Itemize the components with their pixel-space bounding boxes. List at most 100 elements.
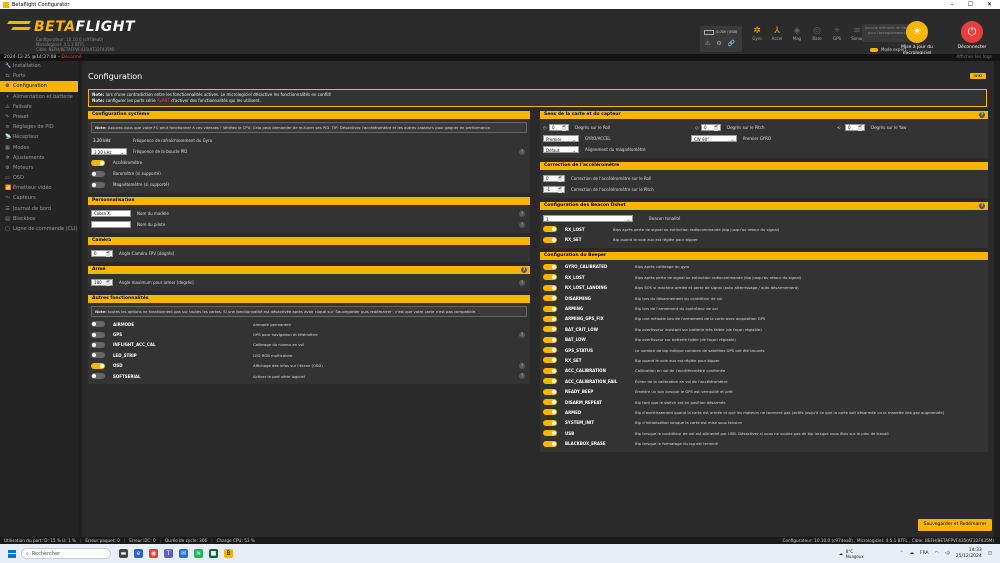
language-indicator[interactable]: FRA <box>920 551 929 556</box>
nav-cli[interactable]: ▢ Ligne de commande (CLI) <box>0 224 78 234</box>
maximize-button[interactable]: ☐ <box>968 1 973 8</box>
yaw-input[interactable]: 0 ▴▾ <box>845 124 865 131</box>
pilot-name-input[interactable] <box>91 221 131 228</box>
beeper-toggle[interactable] <box>543 357 557 364</box>
windows-start-icon[interactable] <box>8 549 16 558</box>
dshot-rx-lost-toggle[interactable] <box>543 226 557 233</box>
nav-motors[interactable]: ⚙ Moteurs <box>0 163 78 173</box>
dshot-rx-set-toggle[interactable] <box>543 236 557 243</box>
beeper-toggle[interactable] <box>543 305 557 312</box>
osd-toggle[interactable] <box>91 362 105 369</box>
nav-sensors[interactable]: 〜 Capteurs <box>0 193 78 203</box>
beeper-toggle[interactable] <box>543 430 557 437</box>
beeper-toggle[interactable] <box>543 274 557 281</box>
mail-icon[interactable]: ✉ <box>179 549 188 558</box>
help-icon[interactable]: ? <box>979 203 985 209</box>
inflight-acc-cal-toggle[interactable] <box>91 341 105 348</box>
nav-installation[interactable]: 🔧 Installation <box>0 61 78 71</box>
minimize-button[interactable]: – <box>951 1 954 8</box>
pitch-input[interactable]: 0 ▴▾ <box>701 124 721 131</box>
nav-logging[interactable]: ☰ Journal de bord <box>0 204 78 214</box>
mag-align-select[interactable]: Défaut ⌄ <box>543 146 579 153</box>
nav-adjustments[interactable]: ✲ Ajustements <box>0 153 78 163</box>
nav-pid-tuning[interactable]: ≡ Réglages de PID <box>0 122 78 132</box>
beeper-toggle[interactable] <box>543 378 557 385</box>
nav-power[interactable]: ⚡ Alimentation et batterie <box>0 92 78 102</box>
disconnect-button[interactable]: ⏻ Déconnecter <box>955 21 989 51</box>
nav-failsafe[interactable]: ⚠ Failsafe <box>0 102 78 112</box>
beeper-toggle[interactable] <box>543 263 557 270</box>
chevron-up-icon[interactable]: ⌃ <box>900 551 904 556</box>
help-icon[interactable]: ? <box>519 373 525 380</box>
acc-trim-pitch-input[interactable]: -1 ▴▾ <box>543 186 565 193</box>
beeper-toggle[interactable] <box>543 295 557 302</box>
expert-switch[interactable] <box>870 47 878 52</box>
sliders-icon: ≡ <box>5 124 10 131</box>
accel-toggle[interactable] <box>91 159 105 166</box>
beeper-toggle[interactable] <box>543 399 557 406</box>
gyro-first-select[interactable]: Premier ⌄ <box>543 135 579 142</box>
nav-presets[interactable]: ✎ Preset <box>0 112 78 122</box>
weather-widget[interactable]: ☁ 8°C Nuageux <box>839 549 864 559</box>
help-icon[interactable]: ? <box>519 221 525 228</box>
softserial-toggle[interactable] <box>91 373 105 380</box>
nav-blackbox[interactable]: ▤ Blackbox <box>0 214 78 224</box>
gyro-align-select[interactable]: CW 90° ⌄ <box>691 135 737 142</box>
gps-toggle[interactable] <box>91 331 105 338</box>
nav-modes[interactable]: ▦ Modes <box>0 143 78 153</box>
notification-icon[interactable]: ◫ <box>988 551 992 556</box>
beeper-toggle[interactable] <box>543 440 557 447</box>
wiki-button[interactable]: WIKI <box>970 73 986 79</box>
update-icon: ☀ <box>906 21 928 43</box>
help-icon[interactable]: ? <box>519 148 525 155</box>
file-explorer-icon[interactable]: ▬ <box>119 549 128 558</box>
nav-receiver[interactable]: 📡 Récepteur <box>0 132 78 142</box>
betaflight-taskbar-icon[interactable]: B <box>224 549 233 558</box>
baro-toggle[interactable] <box>91 170 105 177</box>
beeper-row: ARMING_GPS_FIX Bip une mélodie lors de l'… <box>543 314 985 324</box>
led-strip-toggle[interactable] <box>91 352 105 359</box>
taskbar-search[interactable]: ⌕ Rechercher <box>21 548 111 559</box>
roll-input[interactable]: 0 ▴▾ <box>549 124 569 131</box>
camera-angle-input[interactable]: 0 ▴▾ <box>91 250 113 257</box>
beeper-toggle[interactable] <box>543 326 557 333</box>
app-icon[interactable]: ■ <box>209 549 218 558</box>
help-icon[interactable]: ? <box>521 267 527 273</box>
volume-icon[interactable]: ◁) <box>945 551 950 556</box>
nav-ports[interactable]: ⇆ Ports <box>0 71 78 81</box>
beeper-toggle[interactable] <box>543 367 557 374</box>
chrome-icon[interactable]: ◉ <box>149 549 158 558</box>
help-icon[interactable]: ? <box>519 279 525 286</box>
beeper-toggle[interactable] <box>543 388 557 395</box>
help-icon[interactable]: ? <box>519 210 525 217</box>
save-and-reboot-button[interactable]: Sauvegarder et Redémarrer <box>918 519 992 531</box>
show-logs-link[interactable]: Afficher les logs <box>956 54 992 61</box>
help-icon[interactable]: ? <box>519 331 525 338</box>
beeper-toggle[interactable] <box>543 336 557 343</box>
beeper-toggle[interactable] <box>543 409 557 416</box>
help-icon[interactable]: ? <box>519 362 525 369</box>
craft-name-input[interactable]: Cobra X <box>91 210 131 217</box>
mag-toggle[interactable] <box>91 181 105 188</box>
beacon-tone-select[interactable]: 1 ⌄ <box>543 215 633 222</box>
firmware-update-button[interactable]: ☀ Mise à jour du micrologiciel <box>900 21 934 56</box>
airmode-toggle[interactable] <box>91 321 105 328</box>
nav-osd[interactable]: ▭ OSD <box>0 173 78 183</box>
arming-angle-input[interactable]: 180 ▴▾ <box>91 279 113 286</box>
nav-vtx[interactable]: 📶 Émetteur vidéo <box>0 183 78 193</box>
wifi-icon[interactable]: ◠ <box>935 551 939 556</box>
onedrive-icon[interactable]: ☁ <box>910 551 915 556</box>
acc-trim-roll-input[interactable]: 0 ▴▾ <box>543 175 565 182</box>
close-button[interactable]: ✕ <box>987 1 992 8</box>
edge-icon[interactable]: e <box>134 549 143 558</box>
beeper-toggle[interactable] <box>543 419 557 426</box>
beeper-toggle[interactable] <box>543 347 557 354</box>
help-icon[interactable]: ? <box>979 112 985 118</box>
nav-configuration[interactable]: ⚙ Configuration <box>0 81 78 92</box>
beeper-toggle[interactable] <box>543 315 557 322</box>
spotify-icon[interactable]: ≋ <box>194 549 203 558</box>
pid-rate-select[interactable]: 3.20 kHz ⌄ <box>91 148 127 155</box>
teams-icon[interactable]: T <box>164 549 173 558</box>
beeper-toggle[interactable] <box>543 284 557 291</box>
clock[interactable]: 14:33 25/12/2024 <box>956 548 982 559</box>
